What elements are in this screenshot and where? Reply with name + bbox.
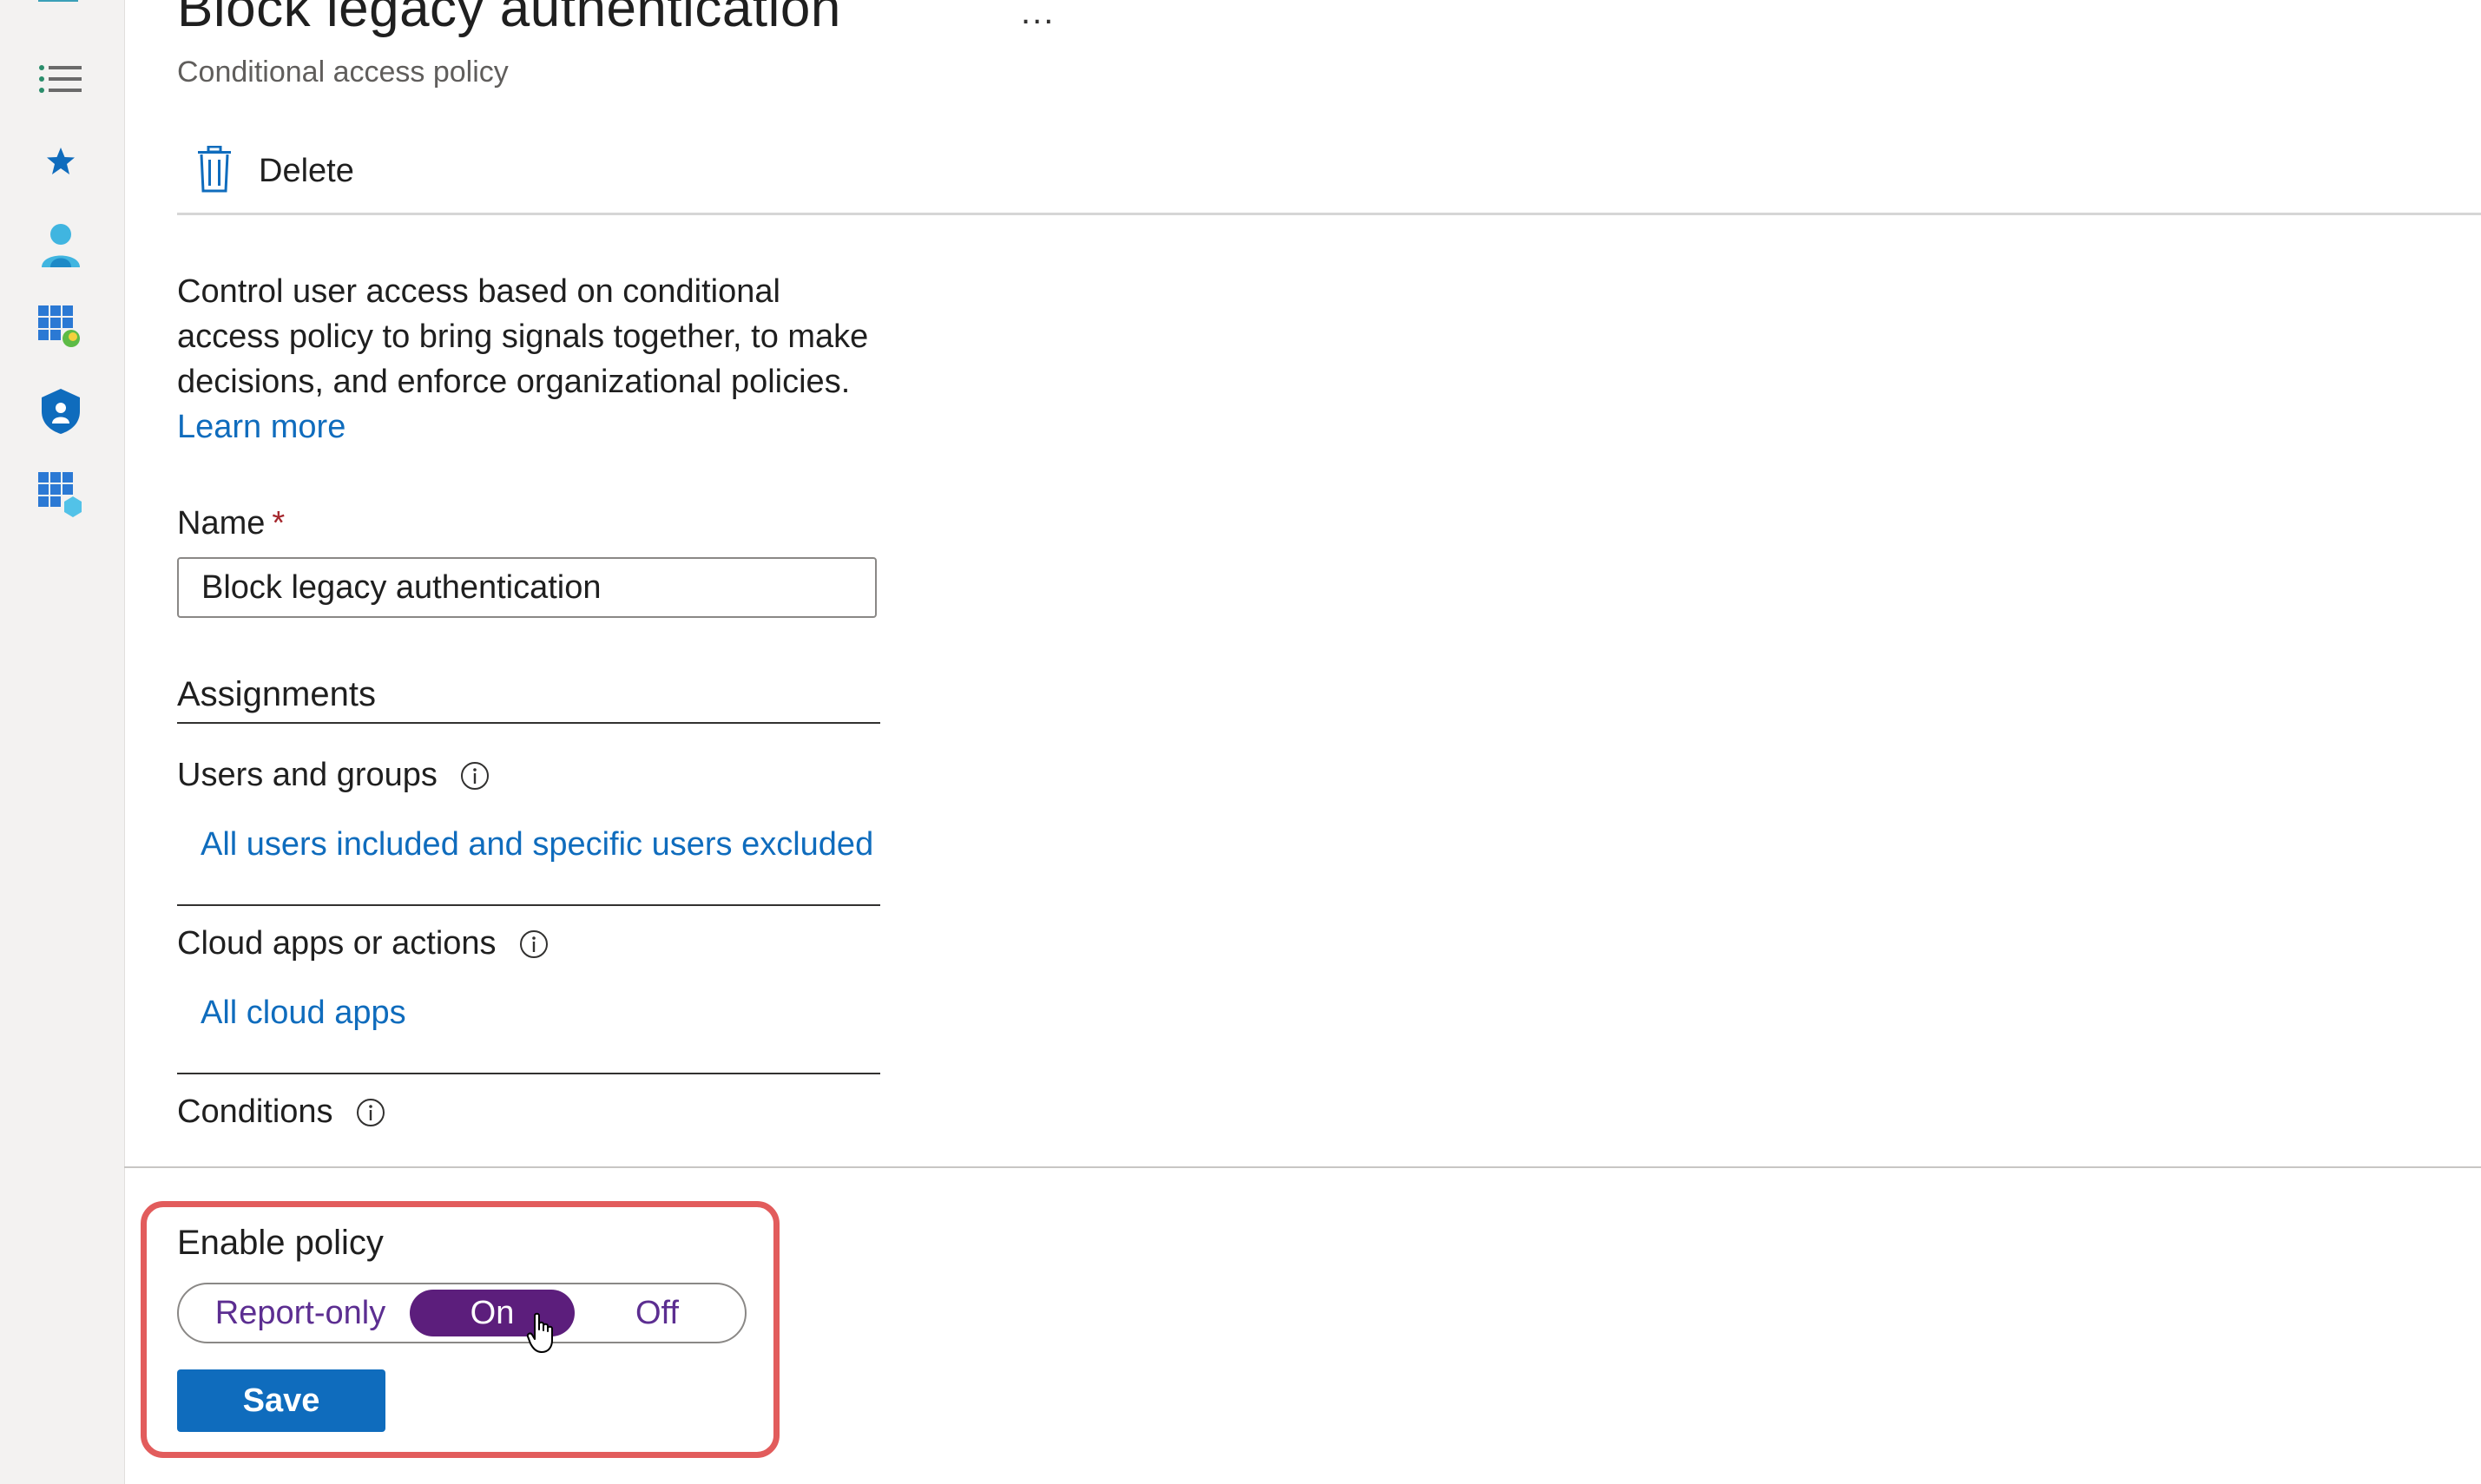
learn-more-link[interactable]: Learn more <box>177 409 345 445</box>
cloud-apps-divider <box>177 1073 880 1074</box>
policy-description: Control user access based on conditional… <box>177 269 889 450</box>
command-bar: Delete <box>177 135 2481 215</box>
conditions-label: Conditions <box>177 1093 333 1130</box>
delete-button[interactable]: Delete <box>194 145 354 197</box>
footer-divider <box>124 1166 2481 1168</box>
page-subtitle: Conditional access policy <box>177 56 509 89</box>
description-text: Control user access based on conditional… <box>177 273 869 400</box>
cloud-apps-selection-link[interactable]: All cloud apps <box>201 995 406 1032</box>
off-option[interactable]: Off <box>575 1290 740 1336</box>
page-title: Block legacy authentication <box>177 0 841 38</box>
report-only-option[interactable]: Report-only <box>191 1290 410 1336</box>
security-lock-icon[interactable] <box>35 385 87 437</box>
info-icon[interactable] <box>356 1098 385 1127</box>
save-button[interactable]: Save <box>177 1369 385 1432</box>
apps-icon[interactable] <box>35 302 87 354</box>
users-selection-link[interactable]: All users included and specific users ex… <box>201 826 873 863</box>
users-and-groups-row: Users and groups <box>177 757 490 794</box>
user-icon[interactable] <box>35 219 87 271</box>
trash-icon <box>194 145 234 197</box>
users-divider <box>177 904 880 906</box>
nav-rail <box>0 0 125 1484</box>
more-options-button[interactable]: ... <box>1021 0 1055 32</box>
assignments-heading: Assignments <box>177 675 376 713</box>
delete-label: Delete <box>259 152 354 189</box>
enable-policy-toggle: Report-only On Off <box>177 1283 747 1343</box>
name-field-label: Name * <box>177 505 285 542</box>
enable-policy-label: Enable policy <box>177 1224 384 1262</box>
required-marker: * <box>272 505 286 542</box>
name-input[interactable] <box>177 557 877 618</box>
conditions-row[interactable]: Conditions <box>177 1093 385 1131</box>
assignments-divider <box>177 722 880 724</box>
list-icon[interactable] <box>35 54 87 106</box>
users-and-groups-label: Users and groups <box>177 757 438 793</box>
app-root: Block legacy authentication ... Conditio… <box>0 0 2481 1484</box>
cloud-apps-label: Cloud apps or actions <box>177 925 497 962</box>
name-label-text: Name <box>177 505 266 542</box>
cloud-apps-row: Cloud apps or actions <box>177 925 549 962</box>
info-icon[interactable] <box>460 761 490 791</box>
dashboard-icon[interactable] <box>35 0 87 23</box>
resources-icon[interactable] <box>35 469 87 521</box>
info-icon[interactable] <box>519 929 549 959</box>
hand-cursor-icon <box>526 1312 559 1354</box>
favorites-star-icon[interactable] <box>35 135 87 187</box>
